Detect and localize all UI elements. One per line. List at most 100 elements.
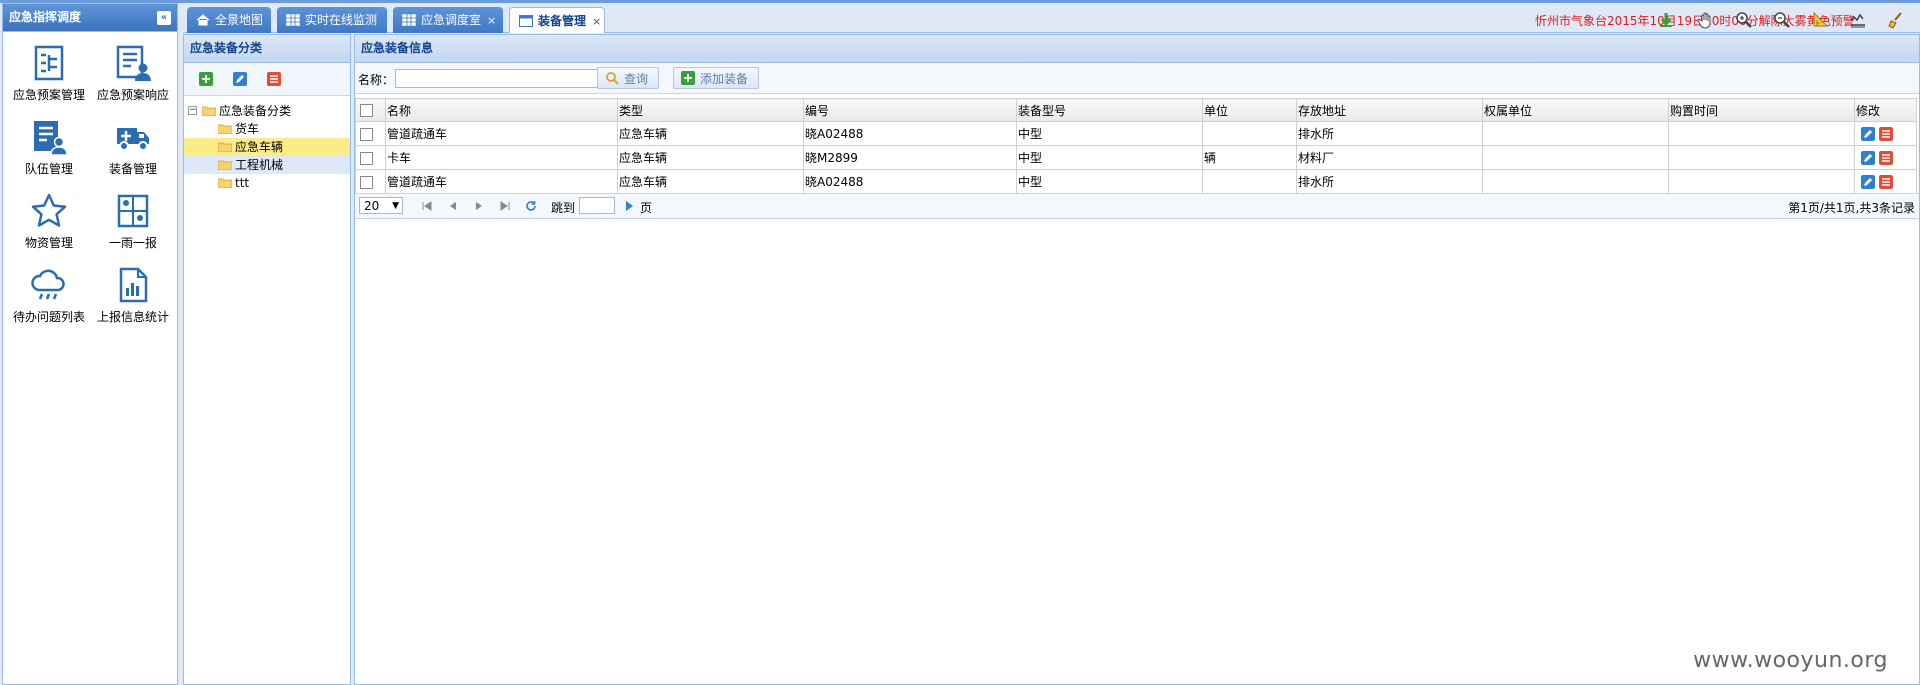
delete-icon[interactable] <box>1879 126 1893 141</box>
tree-node-engineering-machinery[interactable]: 工程机械 <box>184 156 350 174</box>
team-icon <box>34 121 68 156</box>
tree-node-ttt[interactable]: ttt <box>184 174 350 192</box>
go-page-icon[interactable] <box>623 200 635 212</box>
column-header[interactable]: 单位 <box>1202 98 1297 122</box>
column-header[interactable]: 名称 <box>385 98 618 122</box>
row-checkbox-cell[interactable] <box>355 121 386 146</box>
table-cell <box>1202 121 1297 146</box>
table-cell: 排水所 <box>1296 121 1483 146</box>
tree-node-emergency-vehicle[interactable]: 应急车辆 <box>184 138 350 156</box>
first-page-icon[interactable] <box>421 200 433 212</box>
tab-panorama-map[interactable]: 全景地图 <box>187 7 271 33</box>
download-icon[interactable] <box>1657 11 1675 29</box>
nav-panel-header: 应急指挥调度 « <box>3 4 177 32</box>
next-page-icon[interactable] <box>473 200 485 212</box>
query-button[interactable]: 查询 <box>597 67 660 89</box>
plan-response-icon <box>116 45 151 81</box>
column-header[interactable]: 存放地址 <box>1296 98 1483 122</box>
delete-icon[interactable] <box>1879 174 1893 189</box>
edit-category-icon[interactable] <box>232 71 248 87</box>
close-icon[interactable]: × <box>487 14 496 27</box>
zoom-out-icon[interactable] <box>1773 11 1791 29</box>
tabs-bar: 全景地图 实时在线监测 应急调度室 × 装备管理 × 忻州市气象台2015年10月1… <box>183 3 1920 33</box>
add-category-icon[interactable] <box>198 71 214 87</box>
table-row[interactable]: 卡车 应急车辆 晓M2899 中型 辆 材料厂 <box>355 145 1917 170</box>
measure-area-icon[interactable] <box>1849 11 1867 29</box>
tab-label: 实时在线监测 <box>305 13 378 27</box>
nav-item-plan-response[interactable]: 应急预案响应 <box>91 44 175 108</box>
refresh-icon[interactable] <box>525 200 537 212</box>
table-cell: 应急车辆 <box>617 121 804 146</box>
column-header[interactable]: 权属单位 <box>1482 98 1669 122</box>
row-checkbox-cell[interactable] <box>355 169 386 194</box>
row-checkbox[interactable] <box>360 151 373 165</box>
table-cell: 晓A02488 <box>803 121 1017 146</box>
window-icon <box>519 15 533 27</box>
add-icon <box>681 71 695 85</box>
edit-icon[interactable] <box>1861 174 1875 189</box>
category-tree-panel: 应急装备分类 − 应急装备分类 货车 应急车辆 工程机械 ttt <box>183 34 351 685</box>
weather-alert-text[interactable]: 忻州市气象台2015年10月19日10时00分解除大雾黄色预警 <box>1535 12 1855 29</box>
add-equipment-button[interactable]: 添加装备 <box>673 67 760 89</box>
nav-item-report-statistics[interactable]: 上报信息统计 <box>91 266 175 330</box>
row-checkbox-cell[interactable] <box>355 145 386 170</box>
delete-category-icon[interactable] <box>266 71 282 87</box>
pan-hand-icon[interactable] <box>1697 11 1715 29</box>
page-size-select[interactable]: 20 ▼ <box>359 197 403 214</box>
table-cell <box>1482 169 1669 194</box>
tab-equipment-management[interactable]: 装备管理 × <box>509 7 605 33</box>
name-search-input[interactable] <box>395 69 607 88</box>
map-pin-icon <box>117 194 149 228</box>
zoom-in-icon[interactable] <box>1735 11 1753 29</box>
table-cell <box>1668 121 1855 146</box>
delete-icon[interactable] <box>1879 150 1893 165</box>
nav-item-team-management[interactable]: 队伍管理 <box>7 118 91 182</box>
nav-label: 应急预案管理 <box>12 88 85 102</box>
nav-label: 物资管理 <box>24 236 73 250</box>
tree-node-label: 工程机械 <box>235 158 284 172</box>
page-info-text: 第1页/共1页,共3条记录 <box>1788 201 1915 215</box>
nav-item-material-management[interactable]: 物资管理 <box>7 192 91 256</box>
collapse-icon[interactable]: − <box>188 106 197 115</box>
tree-node-truck[interactable]: 货车 <box>184 120 350 138</box>
column-header[interactable]: 装备型号 <box>1016 98 1203 122</box>
collapse-panel-icon[interactable]: « <box>157 11 171 25</box>
row-checkbox[interactable] <box>360 175 373 189</box>
nav-item-rain-report[interactable]: 一雨一报 <box>91 192 175 256</box>
select-all-checkbox-cell[interactable] <box>355 98 386 122</box>
folder-icon <box>218 178 232 188</box>
tree-node-label: ttt <box>235 176 250 190</box>
grid-icon <box>402 14 416 26</box>
table-row[interactable]: 管道疏通车 应急车辆 晓A02488 中型 排水所 <box>355 121 1917 146</box>
nav-item-equipment-management[interactable]: 装备管理 <box>91 118 175 182</box>
clear-broom-icon[interactable] <box>1887 11 1905 29</box>
table-cell: 应急车辆 <box>617 169 804 194</box>
plan-doc-icon <box>34 45 64 81</box>
nav-item-plan-management[interactable]: 应急预案管理 <box>7 44 91 108</box>
tab-realtime-monitor[interactable]: 实时在线监测 <box>277 7 387 33</box>
row-checkbox[interactable] <box>360 127 373 141</box>
column-header[interactable]: 类型 <box>617 98 804 122</box>
tab-label: 装备管理 <box>538 14 587 28</box>
table-cell: 辆 <box>1202 145 1297 170</box>
tree-root[interactable]: − 应急装备分类 <box>184 102 350 120</box>
edit-icon[interactable] <box>1861 150 1875 165</box>
last-page-icon[interactable] <box>499 200 511 212</box>
ruler-icon[interactable] <box>1811 11 1829 29</box>
nav-item-todo-list[interactable]: 待办问题列表 <box>7 266 91 330</box>
folder-icon <box>218 160 232 170</box>
nav-label: 队伍管理 <box>24 162 73 176</box>
column-header[interactable]: 编号 <box>803 98 1017 122</box>
column-header[interactable]: 购置时间 <box>1668 98 1855 122</box>
table-cell: 排水所 <box>1296 169 1483 194</box>
close-icon[interactable]: × <box>592 15 601 28</box>
prev-page-icon[interactable] <box>447 200 459 212</box>
tab-dispatch-room[interactable]: 应急调度室 × <box>393 7 503 33</box>
select-all-checkbox[interactable] <box>360 104 373 117</box>
table-cell <box>1668 169 1855 194</box>
edit-icon[interactable] <box>1861 126 1875 141</box>
table-row[interactable]: 管道疏通车 应急车辆 晓A02488 中型 排水所 <box>355 169 1917 194</box>
jump-page-input[interactable] <box>579 197 615 214</box>
main-panel-header: 应急装备信息 <box>355 35 1919 63</box>
star-icon <box>31 193 67 227</box>
